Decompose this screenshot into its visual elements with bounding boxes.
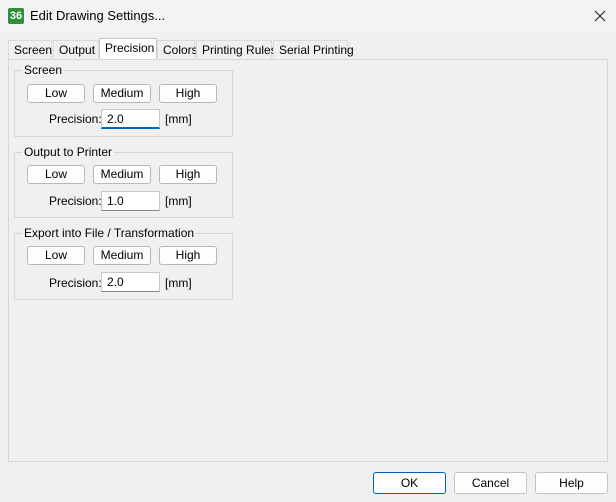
tab-screen[interactable]: Screen <box>8 40 52 58</box>
help-button[interactable]: Help <box>535 472 608 494</box>
low-button[interactable]: Low <box>27 84 85 103</box>
close-icon <box>594 10 606 22</box>
tab-output[interactable]: Output <box>53 40 99 58</box>
high-button[interactable]: High <box>159 84 217 103</box>
group-title: Export into File / Transformation <box>22 226 197 240</box>
medium-button[interactable]: Medium <box>93 246 151 265</box>
low-button[interactable]: Low <box>27 165 85 184</box>
close-button[interactable] <box>584 0 616 32</box>
precision-input[interactable]: 2.0 <box>101 109 160 129</box>
unit-label: [mm] <box>165 276 192 290</box>
precision-label: Precision: <box>49 112 102 126</box>
tab-printing-rules[interactable]: Printing Rules <box>196 40 277 58</box>
cancel-button[interactable]: Cancel <box>454 472 527 494</box>
ok-button[interactable]: OK <box>373 472 446 494</box>
precision-label: Precision: <box>49 276 102 290</box>
group-export-into-file: Export into File / Transformation Low Me… <box>14 226 233 300</box>
low-button[interactable]: Low <box>27 246 85 265</box>
group-title: Output to Printer <box>22 145 115 159</box>
unit-label: [mm] <box>165 112 192 126</box>
high-button[interactable]: High <box>159 246 217 265</box>
unit-label: [mm] <box>165 194 192 208</box>
precision-input[interactable]: 2.0 <box>101 272 160 292</box>
high-button[interactable]: High <box>159 165 217 184</box>
group-title: Screen <box>22 63 65 77</box>
tab-colors[interactable]: Colors <box>157 40 198 58</box>
app-icon: 36 <box>8 8 24 24</box>
precision-label: Precision: <box>49 194 102 208</box>
precision-input[interactable]: 1.0 <box>101 191 160 211</box>
group-output-to-printer: Output to Printer Low Medium High Precis… <box>14 145 233 218</box>
tab-serial-printing[interactable]: Serial Printing <box>273 40 354 58</box>
title-bar: 36 Edit Drawing Settings... <box>0 0 616 32</box>
group-screen: Screen Low Medium High Precision: 2.0 [m… <box>14 63 233 137</box>
window-title: Edit Drawing Settings... <box>30 8 166 23</box>
tab-precision[interactable]: Precision <box>99 38 157 59</box>
medium-button[interactable]: Medium <box>93 165 151 184</box>
medium-button[interactable]: Medium <box>93 84 151 103</box>
